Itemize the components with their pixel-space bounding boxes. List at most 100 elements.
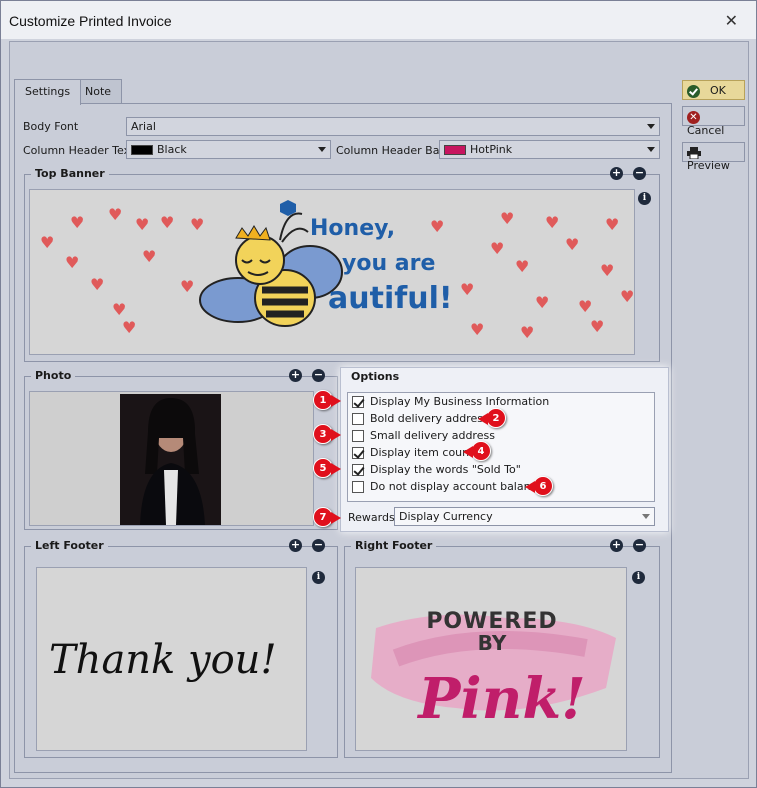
callout-badge-3: 3 (313, 424, 341, 444)
checkbox-unchecked[interactable] (352, 481, 364, 493)
svg-text:♥: ♥ (70, 213, 84, 232)
option-hide-account-balance[interactable]: Do not display account balance (352, 480, 543, 496)
check-icon (687, 84, 700, 98)
body-font-value: Arial (131, 120, 156, 133)
column-header-text-select[interactable]: Black (126, 140, 331, 159)
option-display-sold-to[interactable]: Display the words "Sold To" (352, 463, 521, 479)
callout-badge-1: 1 (313, 390, 341, 410)
remove-icon[interactable]: − (312, 369, 325, 382)
banner-line2: you are (342, 251, 435, 276)
svg-text:♥: ♥ (160, 213, 174, 232)
title-bar: Customize Printed Invoice ✕ (1, 1, 756, 39)
powered-by-pink-artwork: POWERED BY Pink! (371, 609, 616, 732)
chevron-down-icon (647, 147, 655, 152)
callout-badge-2: 2 (478, 408, 506, 428)
rewards-value: Display Currency (399, 510, 493, 523)
photo-image[interactable] (29, 391, 314, 526)
svg-text:♥: ♥ (112, 300, 126, 319)
tab-note-label: Note (85, 85, 112, 98)
option-label: Do not display account balance (370, 480, 544, 493)
column-header-back-label: Column Header Back (336, 144, 452, 157)
rewards-select[interactable]: Display Currency (394, 507, 655, 526)
info-icon[interactable]: i (638, 192, 651, 205)
top-banner-title: Top Banner (31, 167, 109, 180)
info-icon[interactable]: i (312, 571, 325, 584)
ok-label: OK (710, 84, 726, 97)
svg-text:♥: ♥ (40, 233, 54, 252)
svg-text:♥: ♥ (590, 317, 604, 336)
left-footer-text: Thank you! (49, 637, 277, 683)
svg-text:♥: ♥ (142, 247, 156, 266)
svg-text:♥: ♥ (605, 215, 619, 234)
printer-icon (687, 147, 701, 160)
svg-text:♥: ♥ (180, 277, 194, 296)
right-footer-line3: Pink! (416, 666, 585, 732)
close-icon[interactable]: ✕ (725, 11, 738, 30)
checkbox-unchecked[interactable] (352, 430, 364, 442)
svg-text:♥: ♥ (545, 213, 559, 232)
column-header-text-value: Black (157, 143, 187, 156)
window-title: Customize Printed Invoice (9, 13, 172, 29)
right-footer-image[interactable]: POWERED BY Pink! (355, 567, 627, 751)
banner-artwork: ♥♥♥ ♥♥♥ ♥♥♥ ♥♥♥ ♥♥♥ ♥♥♥ ♥♥♥ ♥♥♥ ♥♥♥ Hone… (40, 200, 634, 342)
svg-text:♥: ♥ (90, 275, 104, 294)
callout-badge-5: 5 (313, 458, 341, 478)
right-footer-title: Right Footer (351, 539, 437, 552)
preview-label: Preview (687, 159, 730, 172)
svg-text:♥: ♥ (565, 235, 579, 254)
ok-button[interactable]: OK (682, 80, 745, 100)
option-label: Display the words "Sold To" (370, 463, 521, 476)
svg-text:♥: ♥ (470, 320, 484, 339)
left-footer-image[interactable]: Thank you! (36, 567, 307, 751)
left-footer-title: Left Footer (31, 539, 108, 552)
add-icon[interactable]: + (610, 539, 623, 552)
add-icon[interactable]: + (289, 539, 302, 552)
top-banner-image[interactable]: ♥ ♥ ♥ ♥ ♥ ♥ ♥ ♥ ♥ ♥ ♥ ♥ ♥ ♥ ♥ ♥ ♥ ♥ ♥ ♥ ♥ ♥ ♥ ♥ ♥ ♥ ♥ Hone… (29, 189, 635, 355)
rewards-label: Rewards (348, 511, 395, 524)
tab-note[interactable]: Note (74, 79, 123, 104)
photo-title: Photo (31, 369, 76, 382)
svg-text:♥: ♥ (108, 205, 122, 224)
chevron-down-icon (642, 514, 650, 519)
cancel-label: Cancel (687, 123, 725, 137)
options-panel: Options Display My Business Information … (340, 367, 669, 532)
thank-you-artwork: Thank you! (49, 637, 277, 683)
banner-line3: autiful! (328, 281, 453, 316)
column-header-back-select[interactable]: HotPink (439, 140, 660, 159)
option-label: Display My Business Information (370, 395, 550, 408)
color-swatch-hotpink (444, 145, 466, 155)
options-title: Options (351, 370, 400, 383)
checkbox-checked[interactable] (352, 464, 364, 476)
checkbox-checked[interactable] (352, 447, 364, 459)
option-label: Small delivery address (370, 429, 495, 442)
callout-badge-6: 6 (525, 476, 553, 496)
preview-button[interactable]: Preview (682, 142, 745, 172)
add-icon[interactable]: + (289, 369, 302, 382)
add-icon[interactable]: + (610, 167, 623, 180)
svg-text:♥: ♥ (535, 293, 549, 312)
tab-settings-label: Settings (25, 85, 71, 98)
body-font-select[interactable]: Arial (126, 117, 660, 136)
banner-line1: Honey, (310, 216, 395, 241)
svg-text:♥: ♥ (515, 257, 529, 276)
chevron-down-icon (318, 147, 326, 152)
checkbox-checked[interactable] (352, 396, 364, 408)
svg-text:♥: ♥ (430, 217, 444, 236)
cancel-button[interactable]: ✕Cancel (682, 106, 745, 137)
svg-text:♥: ♥ (600, 261, 614, 280)
remove-icon[interactable]: − (312, 539, 325, 552)
option-bold-delivery-address[interactable]: Bold delivery address (352, 412, 489, 428)
body-font-label: Body Font (23, 120, 79, 133)
option-display-business-info[interactable]: Display My Business Information (352, 395, 549, 411)
svg-text:♥: ♥ (460, 280, 474, 299)
svg-text:♥: ♥ (520, 323, 534, 342)
checkbox-unchecked[interactable] (352, 413, 364, 425)
info-icon[interactable]: i (632, 571, 645, 584)
remove-icon[interactable]: − (633, 539, 646, 552)
tab-settings[interactable]: Settings (14, 79, 82, 105)
remove-icon[interactable]: − (633, 167, 646, 180)
column-header-text-label: Column Header Text (23, 144, 135, 157)
column-header-back-value: HotPink (470, 143, 513, 156)
option-display-item-count[interactable]: Display item count (352, 446, 473, 462)
right-footer-line2: BY (478, 631, 507, 655)
